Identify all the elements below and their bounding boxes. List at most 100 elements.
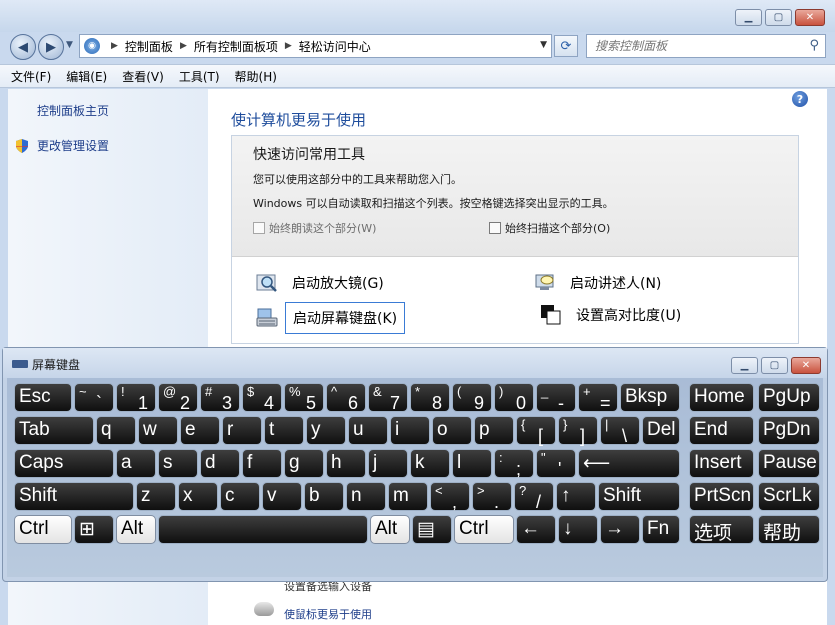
osk-maximize-button[interactable]: ▢ — [761, 357, 788, 374]
key-b[interactable]: b — [304, 482, 344, 511]
chevron-right-icon[interactable]: ▶ — [111, 41, 118, 51]
start-magnifier-link[interactable]: 启动放大镜(G) — [256, 272, 384, 294]
key-win[interactable]: ⊞ — [74, 515, 114, 544]
key-w[interactable]: w — [138, 416, 178, 445]
mouse-easier-link[interactable]: 使鼠标更易于使用 — [284, 606, 372, 622]
key-quote[interactable]: " ' — [536, 449, 576, 479]
key-y[interactable]: y — [306, 416, 346, 445]
key-2[interactable]: @2 — [158, 383, 198, 413]
key-0[interactable]: ) 0 — [494, 383, 534, 413]
key-end[interactable]: End — [689, 416, 754, 445]
sidebar-admin-item[interactable]: 更改管理设置 — [14, 137, 109, 154]
maximize-button[interactable]: ▢ — [765, 9, 792, 26]
key-d[interactable]: d — [200, 449, 240, 478]
key-m[interactable]: m — [388, 482, 428, 511]
key-ralt[interactable]: Alt — [370, 515, 410, 544]
menu-view[interactable]: 查看(V) — [122, 68, 164, 85]
menu-help[interactable]: 帮助(H) — [235, 68, 277, 85]
key-r[interactable]: r — [222, 416, 262, 445]
key-4[interactable]: $4 — [242, 383, 282, 413]
key-o[interactable]: o — [432, 416, 472, 445]
key-c[interactable]: c — [220, 482, 260, 511]
key-a[interactable]: a — [116, 449, 156, 478]
key-rbracket[interactable]: }] — [558, 416, 598, 446]
key-x[interactable]: x — [178, 482, 218, 511]
breadcrumb-all-items[interactable]: 所有控制面板项 — [194, 38, 278, 55]
key-menu[interactable]: ▤ — [412, 515, 452, 544]
key-caps[interactable]: Caps — [14, 449, 114, 478]
key-semicolon[interactable]: :; — [494, 449, 534, 479]
key-p[interactable]: p — [474, 416, 514, 445]
key-minus[interactable]: _ - — [536, 383, 576, 413]
key-del[interactable]: Del — [642, 416, 680, 445]
refresh-button[interactable]: ⟳ — [554, 35, 578, 57]
key-right[interactable]: → — [600, 515, 640, 544]
key-pause[interactable]: Pause — [758, 449, 820, 478]
breadcrumb-ease-of-access[interactable]: 轻松访问中心 — [299, 38, 371, 55]
key-pgup[interactable]: PgUp — [758, 383, 820, 412]
breadcrumb-control-panel[interactable]: 控制面板 — [125, 38, 173, 55]
recent-pages-dropdown[interactable]: ▼ — [66, 40, 73, 50]
key-z[interactable]: z — [136, 482, 176, 511]
key-fn[interactable]: Fn — [642, 515, 680, 544]
key-g[interactable]: g — [284, 449, 324, 478]
set-high-contrast-link[interactable]: 设置高对比度(U) — [540, 304, 681, 326]
start-onscreen-keyboard-link[interactable]: 启动屏幕键盘(K) — [256, 302, 406, 334]
key-3[interactable]: #3 — [200, 383, 240, 413]
key-space[interactable] — [158, 515, 368, 544]
start-narrator-link[interactable]: 启动讲述人(N) — [534, 272, 661, 294]
key-h[interactable]: h — [326, 449, 366, 478]
chevron-right-icon[interactable]: ▶ — [180, 41, 187, 51]
key-lalt[interactable]: Alt — [116, 515, 156, 544]
key-q[interactable]: q — [96, 416, 136, 445]
address-bar[interactable]: ◉ ▶ 控制面板 ▶ 所有控制面板项 ▶ 轻松访问中心 ▼ — [79, 34, 552, 58]
key-slash[interactable]: ? / — [514, 482, 554, 512]
key-l[interactable]: l — [452, 449, 492, 478]
key-insert[interactable]: Insert — [689, 449, 754, 478]
always-scan-checkbox[interactable] — [489, 222, 501, 234]
key-1[interactable]: ! 1 — [116, 383, 156, 413]
key-bksp[interactable]: Bksp — [620, 383, 680, 412]
osk-close-button[interactable]: ✕ — [791, 357, 821, 374]
minimize-button[interactable]: ▁ — [735, 9, 762, 26]
key-9[interactable]: (9 — [452, 383, 492, 413]
key-u[interactable]: u — [348, 416, 388, 445]
key-home[interactable]: Home — [689, 383, 754, 412]
close-button[interactable]: ✕ — [795, 9, 825, 26]
key-help[interactable]: 帮助 — [758, 515, 820, 544]
key-enter[interactable]: ⟵ — [578, 449, 680, 478]
key-n[interactable]: n — [346, 482, 386, 511]
key-f[interactable]: f — [242, 449, 282, 478]
chevron-right-icon[interactable]: ▶ — [285, 41, 292, 51]
key-rshift[interactable]: Shift — [598, 482, 680, 511]
key-6[interactable]: ^ 6 — [326, 383, 366, 413]
key-down[interactable]: ↓ — [558, 515, 598, 544]
search-icon[interactable]: ⚲ — [809, 38, 819, 53]
key-comma[interactable]: <, — [430, 482, 470, 512]
key-left[interactable]: ← — [516, 515, 556, 544]
key-period[interactable]: >. — [472, 482, 512, 512]
key-s[interactable]: s — [158, 449, 198, 478]
key-8[interactable]: * 8 — [410, 383, 450, 413]
key-lctrl[interactable]: Ctrl — [14, 515, 72, 544]
forward-button[interactable]: ▶ — [38, 34, 64, 60]
menu-file[interactable]: 文件(F) — [11, 68, 51, 85]
menu-tools[interactable]: 工具(T) — [179, 68, 220, 85]
sidebar-admin-link[interactable]: 更改管理设置 — [37, 137, 109, 154]
key-options[interactable]: 选项 — [689, 515, 754, 544]
key-i[interactable]: i — [390, 416, 430, 445]
key-t[interactable]: t — [264, 416, 304, 445]
key-k[interactable]: k — [410, 449, 450, 478]
key-prtscn[interactable]: PrtScn — [689, 482, 754, 511]
osk-minimize-button[interactable]: ▁ — [731, 357, 758, 374]
key-esc[interactable]: Esc — [14, 383, 72, 412]
key-rctrl[interactable]: Ctrl — [454, 515, 514, 544]
sidebar-home-link[interactable]: 控制面板主页 — [37, 102, 109, 119]
key-e[interactable]: e — [180, 416, 220, 445]
key-pgdn[interactable]: PgDn — [758, 416, 820, 445]
key-7[interactable]: & 7 — [368, 383, 408, 413]
chevron-down-icon[interactable]: ▼ — [540, 40, 547, 50]
key-v[interactable]: v — [262, 482, 302, 511]
key-equal[interactable]: + = — [578, 383, 618, 413]
search-input[interactable] — [587, 35, 797, 57]
